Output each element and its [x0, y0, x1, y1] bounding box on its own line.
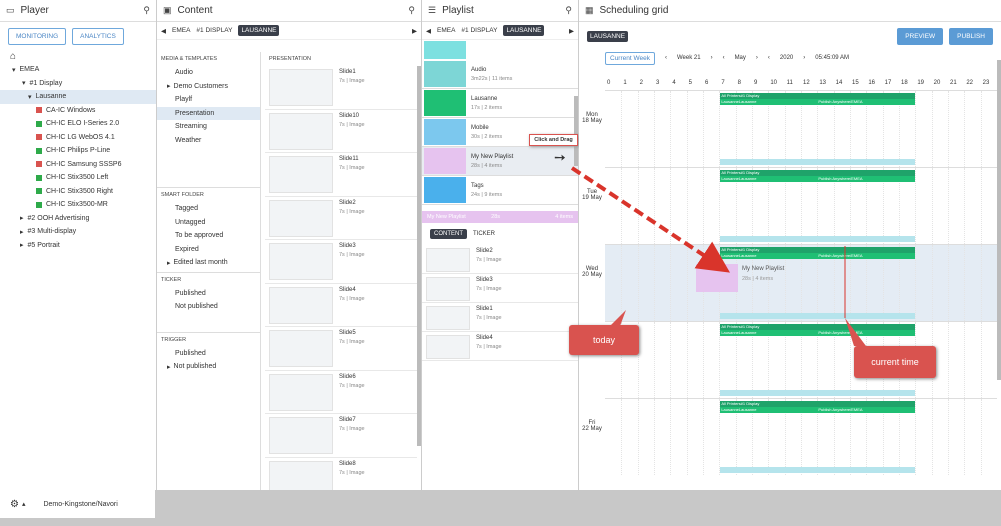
current-time-callout: current time: [854, 346, 936, 378]
footer-bar: ⚙ ▴ Demo-Kingstone/Navori: [0, 490, 1001, 526]
account-label: Demo-Kingstone/Navori: [43, 500, 118, 508]
drag-arrow: [570, 166, 846, 318]
caret-up-icon[interactable]: ▴: [22, 500, 26, 508]
today-callout-pointer: [610, 310, 626, 326]
current-time-callout-pointer: [845, 318, 866, 346]
gear-icon[interactable]: ⚙: [10, 499, 19, 510]
